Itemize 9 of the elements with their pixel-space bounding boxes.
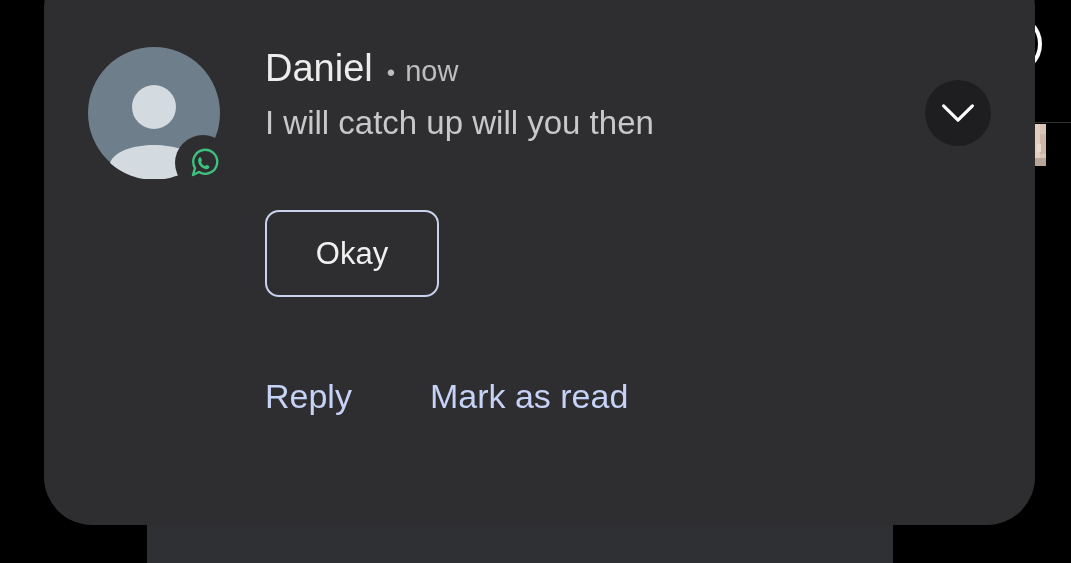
action-button[interactable]: Mark as read [429,377,629,416]
chevron-icon [940,102,976,124]
notification-card[interactable]: Daniel • now I will catch up will you then Okay Reply Mark as read [44,0,1035,525]
timestamp: now [405,55,459,88]
quick-reply-button[interactable]: Okay [265,210,439,297]
sender-name: Daniel [265,47,373,90]
separator-dot: • [386,59,396,87]
action-button[interactable]: Reply [265,377,352,416]
message-text: I will catch up will you then [265,104,655,142]
